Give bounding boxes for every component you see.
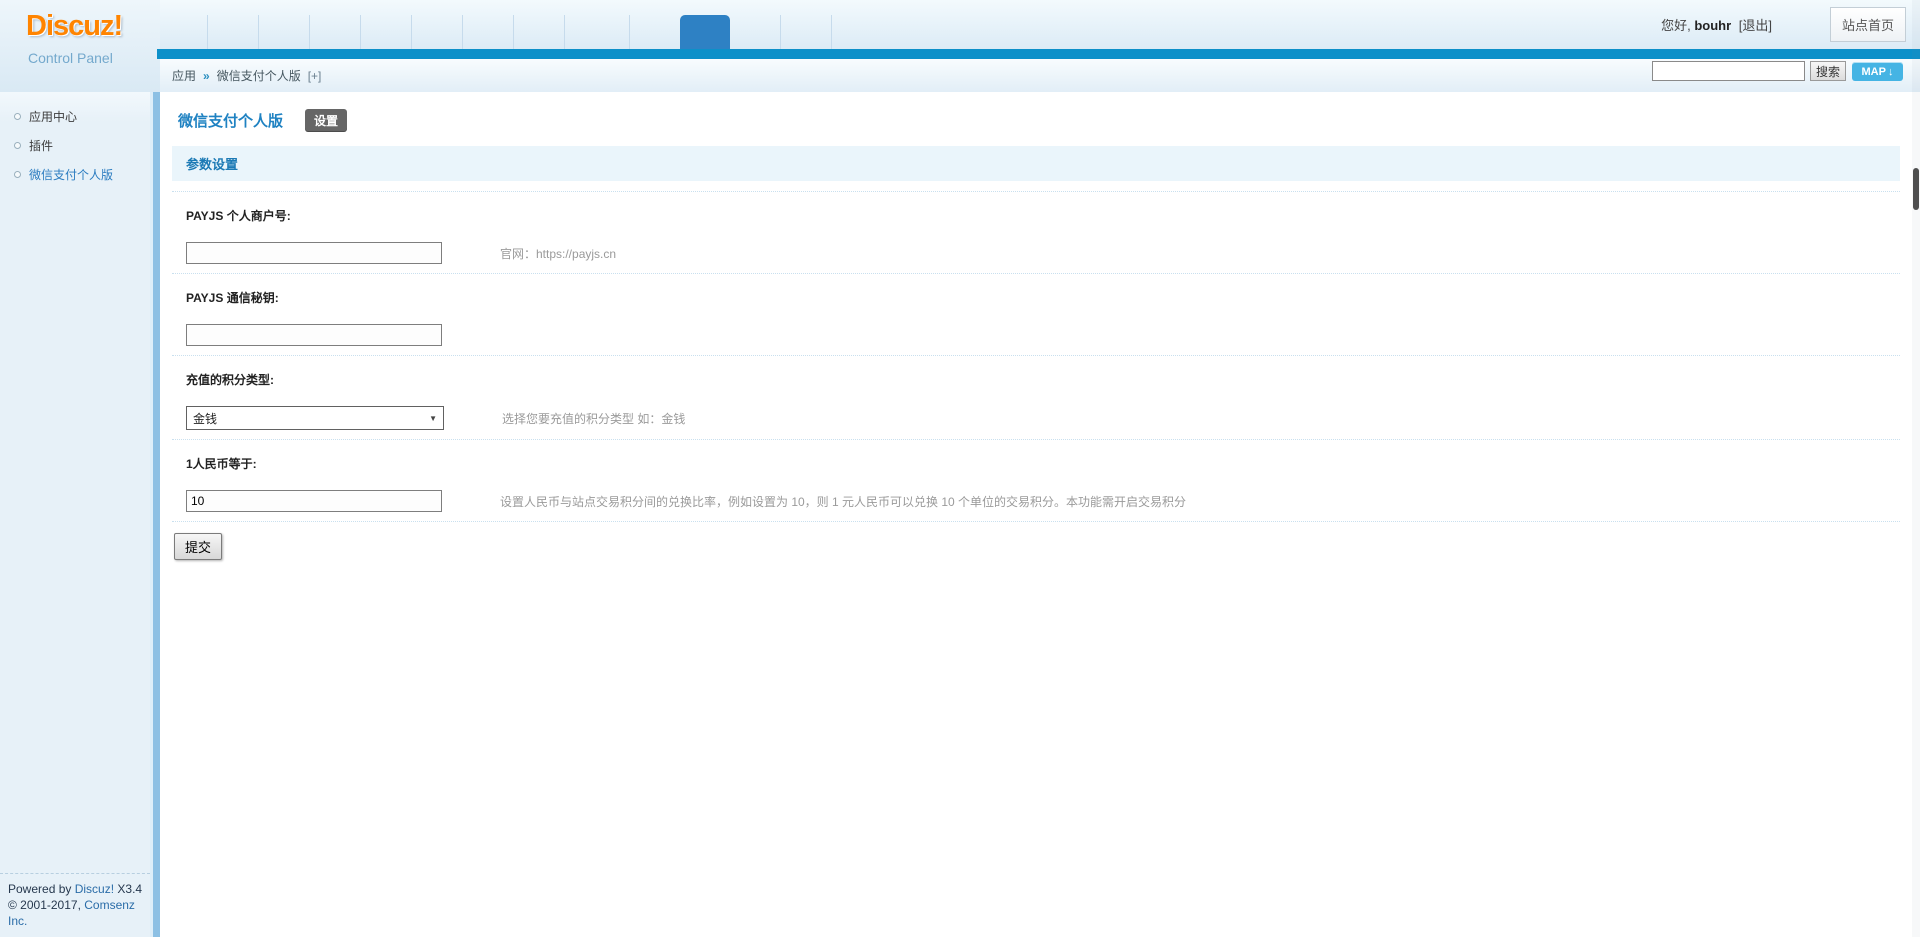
control-row: 官网：https://payjs.cn [186, 242, 1900, 264]
radio-bullet-icon [14, 171, 21, 178]
search-button[interactable]: 搜索 [1810, 61, 1846, 81]
control-panel-subtitle: Control Panel [28, 50, 113, 66]
form-group-exchange-rate: 1人民币等于: 设置人民币与站点交易积分间的兑换比率，例如设置为 10，则 1 … [172, 440, 1900, 522]
powered-prefix: Powered by [8, 882, 72, 896]
breadcrumb-separator-icon: » [203, 68, 210, 83]
username: bouhr [1694, 18, 1732, 33]
communication-key-field[interactable] [186, 324, 442, 346]
control-row: 设置人民币与站点交易积分间的兑换比率，例如设置为 10，则 1 元人民币可以兑换… [186, 490, 1900, 512]
sidebar-item-plugins[interactable]: 插件 [0, 131, 150, 160]
breadcrumb-section[interactable]: 应用 [172, 67, 196, 84]
map-button[interactable]: MAP ↓ [1852, 62, 1903, 81]
site-home-button[interactable]: 站点首页 [1829, 7, 1906, 42]
radio-bullet-icon [14, 142, 21, 149]
title-row: 微信支付个人版 设置 [178, 108, 1902, 132]
settings-button[interactable]: 设置 [305, 108, 348, 132]
control-row: 金钱 ▼ 选择您要充值的积分类型 如：金钱 [186, 406, 1900, 430]
form-group-merchant-id: PAYJS 个人商户号: 官网：https://payjs.cn [172, 191, 1900, 274]
field-help: 官网：https://payjs.cn [500, 246, 617, 261]
field-help: 设置人民币与站点交易积分间的兑换比率，例如设置为 10，则 1 元人民币可以兑换… [500, 494, 1187, 509]
select-value: 金钱 [193, 411, 218, 426]
discuz-link[interactable]: Discuz! [75, 882, 114, 896]
powered-suffix: X3.4 [117, 882, 143, 896]
breadcrumb-expand[interactable]: [+] [308, 69, 322, 83]
sidebar-item-label: 应用中心 [29, 110, 78, 124]
accent-bar [157, 49, 1920, 59]
copyright-prefix: © 2001-2017, [8, 898, 81, 912]
exchange-rate-field[interactable] [186, 490, 442, 512]
logo-area: Discuz! Control Panel [0, 0, 160, 92]
map-label: MAP [1861, 65, 1886, 78]
radio-bullet-icon [14, 113, 21, 120]
field-label: 1人民币等于: [186, 457, 257, 471]
sidebar-item-label: 插件 [29, 139, 54, 153]
powered-by-line: Powered by Discuz! X3.4 [8, 881, 146, 897]
field-label: PAYJS 个人商户号: [186, 209, 291, 223]
search-input[interactable] [1652, 61, 1805, 81]
scrollbar-track [1912, 0, 1920, 937]
field-label: PAYJS 通信秘钥: [186, 291, 279, 305]
field-label: 充值的积分类型: [186, 373, 274, 387]
sidebar-item-wechat-pay[interactable]: 微信支付个人版 [0, 160, 150, 189]
form-group-credit-type: 充值的积分类型: 金钱 ▼ 选择您要充值的积分类型 如：金钱 [172, 356, 1900, 440]
control-row [186, 324, 1900, 346]
sidebar-item-app-center[interactable]: 应用中心 [0, 102, 150, 131]
breadcrumb-page: 微信支付个人版 [216, 69, 301, 83]
breadcrumb: 应用 » 微信支付个人版 [+] [172, 59, 321, 92]
section-header: 参数设置 [172, 146, 1900, 181]
settings-form: PAYJS 个人商户号: 官网：https://payjs.cn PAYJS 通… [172, 191, 1900, 522]
scrollbar-thumb[interactable] [1913, 168, 1919, 210]
user-greeting: 您好, bouhr [退出] [1661, 15, 1772, 34]
sidebar-item-label: 微信支付个人版 [29, 168, 114, 182]
sidebar: 应用中心 插件 微信支付个人版 Powered by Discuz! X3.4 … [0, 92, 150, 937]
main-content: 微信支付个人版 设置 参数设置 PAYJS 个人商户号: 官网：https://… [160, 92, 1920, 937]
submit-button[interactable]: 提交 [174, 533, 223, 560]
credit-type-select[interactable]: 金钱 ▼ [186, 406, 444, 430]
sidebar-footer: Powered by Discuz! X3.4 © 2001-2017, Com… [0, 873, 150, 937]
discuz-logo: Discuz! [26, 10, 123, 42]
chevron-down-icon: ▼ [429, 413, 437, 423]
form-group-communication-key: PAYJS 通信秘钥: [172, 274, 1900, 356]
greeting-text: 您好, [1661, 18, 1691, 33]
page-title: 微信支付个人版 [178, 112, 284, 130]
discuz-admin-page: Discuz! Control Panel 首页 全局 界面 内容 用户 门户 … [0, 0, 1920, 937]
merchant-id-field[interactable] [186, 242, 442, 264]
sidebar-divider [150, 92, 160, 937]
logout-link[interactable]: [退出] [1739, 18, 1772, 33]
sidebar-menu: 应用中心 插件 微信支付个人版 [0, 92, 150, 189]
copyright-line: © 2001-2017, Comsenz Inc. [8, 897, 146, 929]
arrow-down-icon: ↓ [1887, 65, 1894, 78]
field-help: 选择您要充值的积分类型 如：金钱 [502, 411, 686, 426]
